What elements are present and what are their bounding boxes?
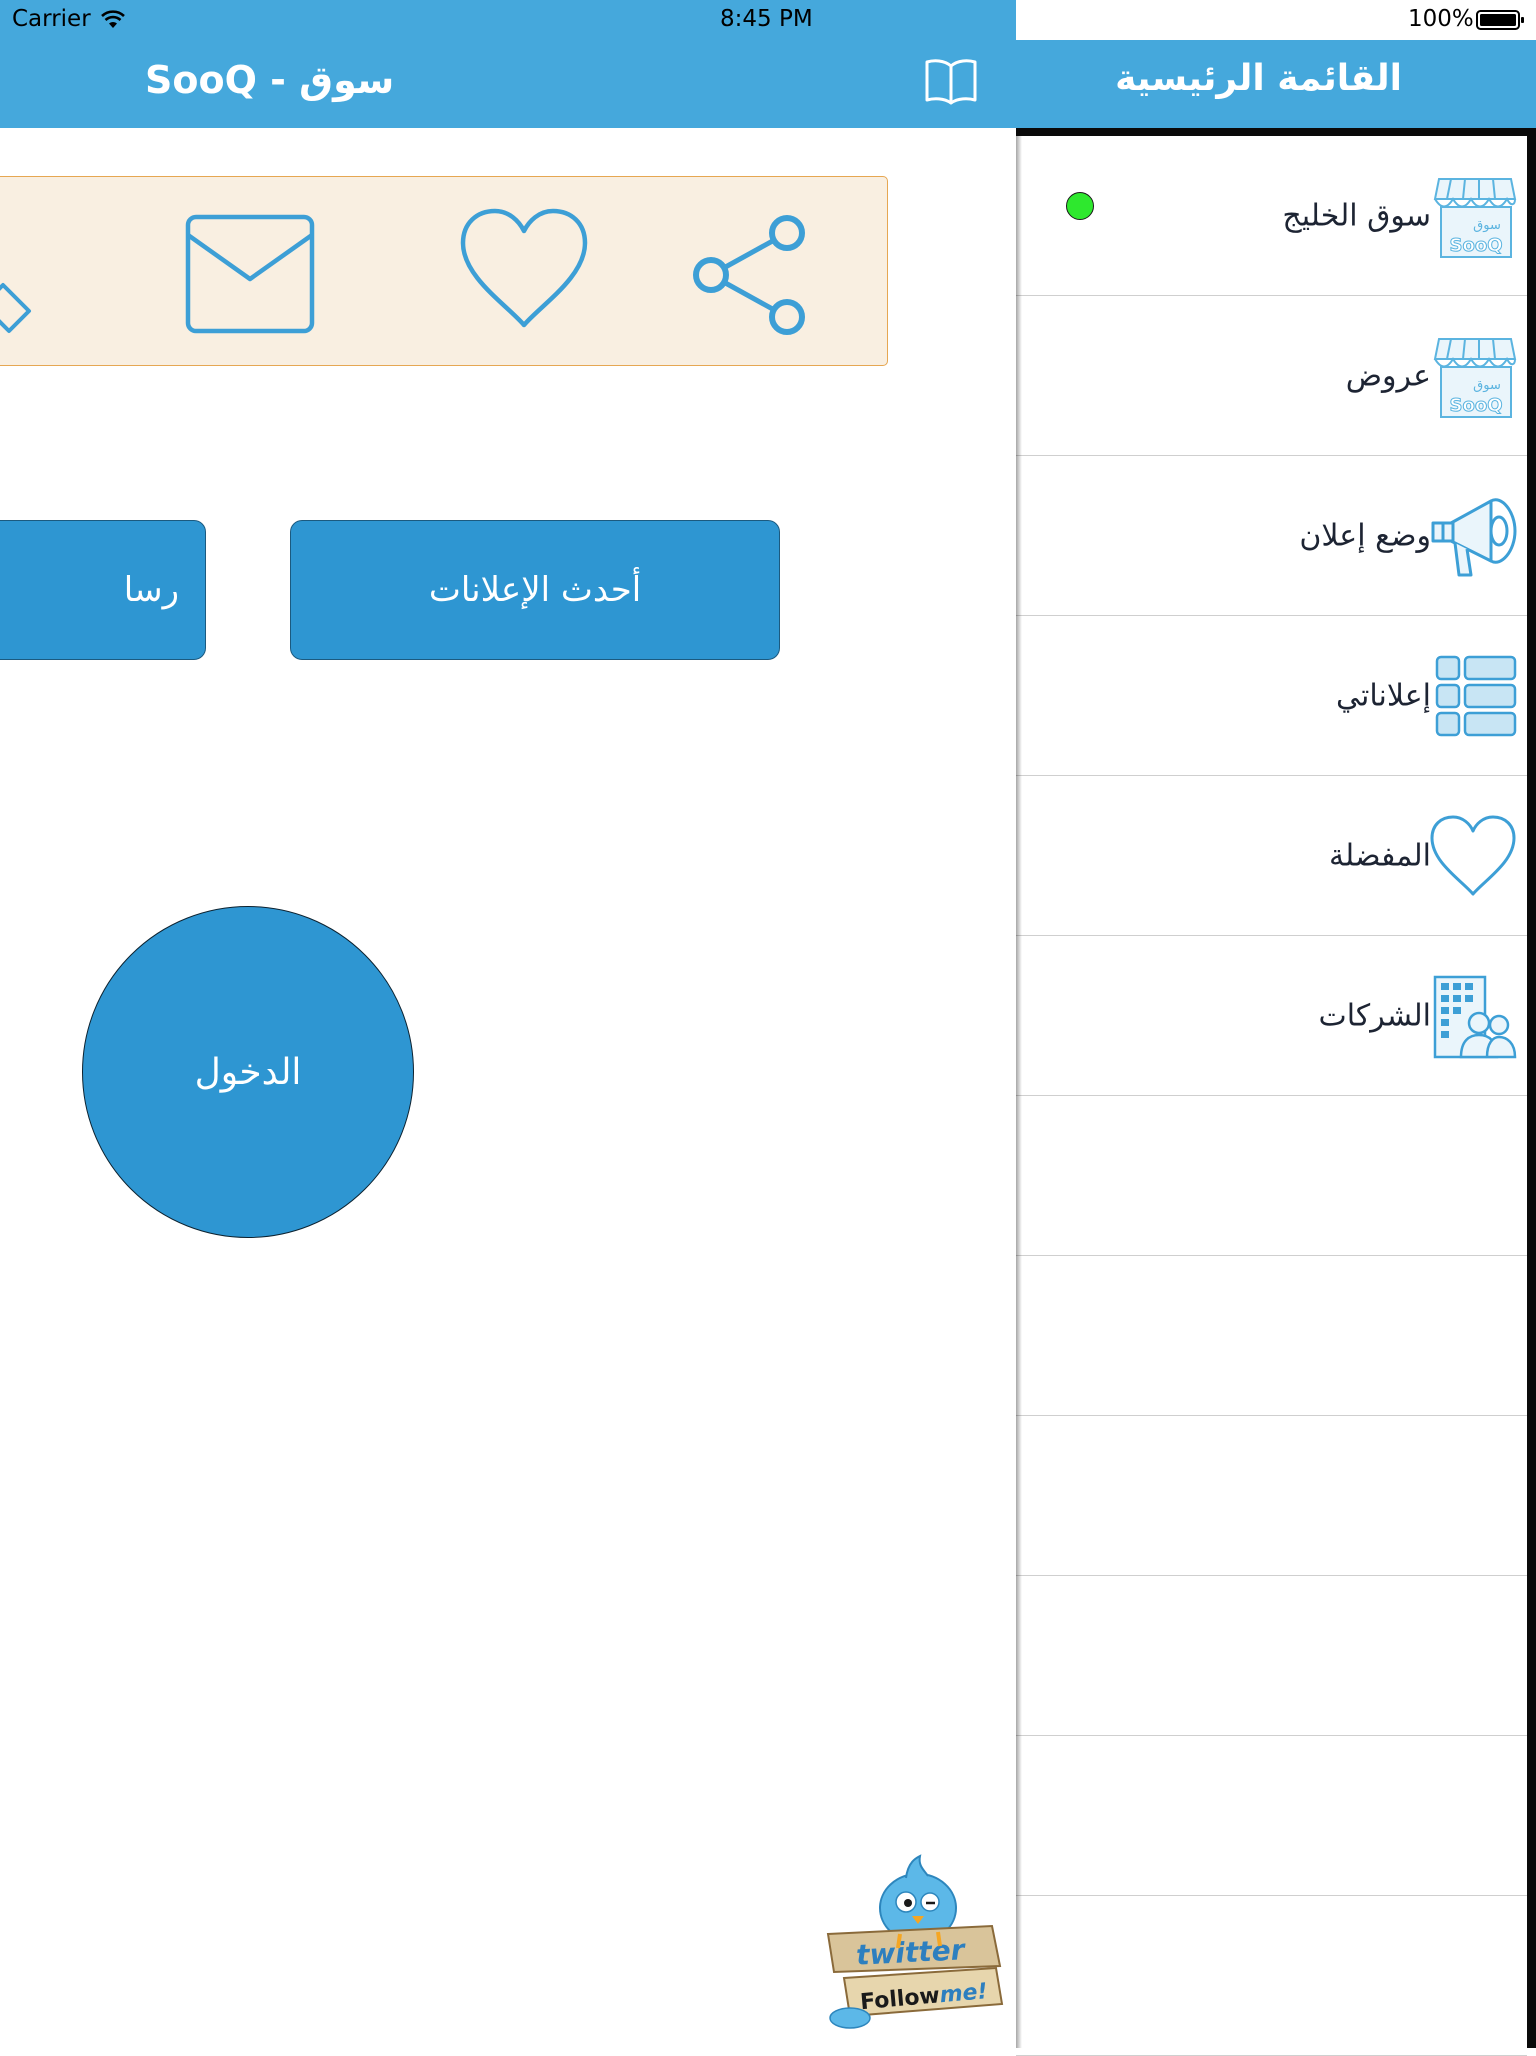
share-icon[interactable] <box>687 213 817 339</box>
menu-border <box>1016 128 1536 136</box>
store-icon: سوق SooQ <box>1433 177 1517 258</box>
menu-empty-row <box>1016 1736 1527 1896</box>
menu-empty-row <box>1016 1256 1527 1416</box>
svg-text:سوق: سوق <box>1473 378 1501 393</box>
list-icon <box>1435 655 1517 736</box>
login-button[interactable]: الدخول <box>82 906 414 1238</box>
menu-border <box>1527 128 1536 2048</box>
megaphone-icon <box>1431 497 1517 576</box>
latest-ads-button-label: أحدث الإعلانات <box>428 570 642 610</box>
share-toolbar <box>0 176 888 366</box>
building-icon <box>1433 975 1517 1058</box>
svg-text:سوق: سوق <box>1473 218 1501 233</box>
main-view: Carrier 8:45 PM SooQ - سوق رسا أحدث الإع… <box>0 0 1016 2048</box>
menu-item-label: عروض <box>1345 358 1431 393</box>
svg-text:SooQ: SooQ <box>1450 235 1503 256</box>
heart-icon <box>1430 815 1516 895</box>
wifi-icon <box>101 10 125 28</box>
messages-button-label: رسا <box>123 570 179 610</box>
menu-item-gulf-market[interactable]: سوق الخليج سوق SooQ <box>1016 136 1527 296</box>
menu-item-my-ads[interactable]: إعلاناتي <box>1016 616 1527 776</box>
page-title: SooQ - سوق <box>145 58 395 102</box>
menu-item-label: الشركات <box>1318 998 1431 1033</box>
svg-text:SooQ: SooQ <box>1450 395 1503 416</box>
menu-item-post-ad[interactable]: وضع إعلان <box>1016 456 1527 616</box>
book-icon[interactable] <box>924 56 978 106</box>
twitter-follow-badge[interactable]: twitter Followme! <box>820 1852 1006 2032</box>
menu-shadow <box>1016 136 1022 2048</box>
status-battery: 100% <box>1408 6 1474 32</box>
login-button-label: الدخول <box>194 1051 302 1093</box>
navigation-bar: Carrier 8:45 PM SooQ - سوق <box>0 0 1016 128</box>
diamond-icon[interactable] <box>0 277 43 339</box>
side-menu-list: سوق الخليج سوق SooQ عروض سوق SooQ وضع إع… <box>1016 136 1527 2056</box>
menu-empty-row <box>1016 1096 1527 1256</box>
messages-button[interactable]: رسا <box>0 520 206 660</box>
battery-icon <box>1476 10 1524 30</box>
menu-item-favorites[interactable]: المفضلة <box>1016 776 1527 936</box>
latest-ads-button[interactable]: أحدث الإعلانات <box>290 520 780 660</box>
bird-crest <box>905 1854 929 1879</box>
menu-item-offers[interactable]: عروض سوق SooQ <box>1016 296 1527 456</box>
online-status-indicator <box>1066 192 1094 220</box>
status-time: 8:45 PM <box>720 6 813 32</box>
menu-empty-row <box>1016 1896 1527 2056</box>
menu-item-label: المفضلة <box>1328 838 1431 873</box>
side-menu-title: القائمة الرئيسية <box>1115 58 1402 99</box>
heart-icon[interactable] <box>457 207 591 333</box>
mail-icon[interactable] <box>183 211 317 337</box>
status-carrier: Carrier <box>12 6 91 32</box>
twitter-sign-text: twitter <box>855 1933 967 1972</box>
menu-empty-row <box>1016 1416 1527 1576</box>
side-menu: 100% القائمة الرئيسية سوق الخليج سوق Soo… <box>1016 0 1536 2056</box>
menu-item-companies[interactable]: الشركات <box>1016 936 1527 1096</box>
menu-empty-row <box>1016 1576 1527 1736</box>
menu-item-label: إعلاناتي <box>1336 678 1431 713</box>
menu-item-label: وضع إعلان <box>1299 518 1431 553</box>
store-icon: سوق SooQ <box>1433 337 1517 418</box>
menu-item-label: سوق الخليج <box>1282 198 1431 233</box>
